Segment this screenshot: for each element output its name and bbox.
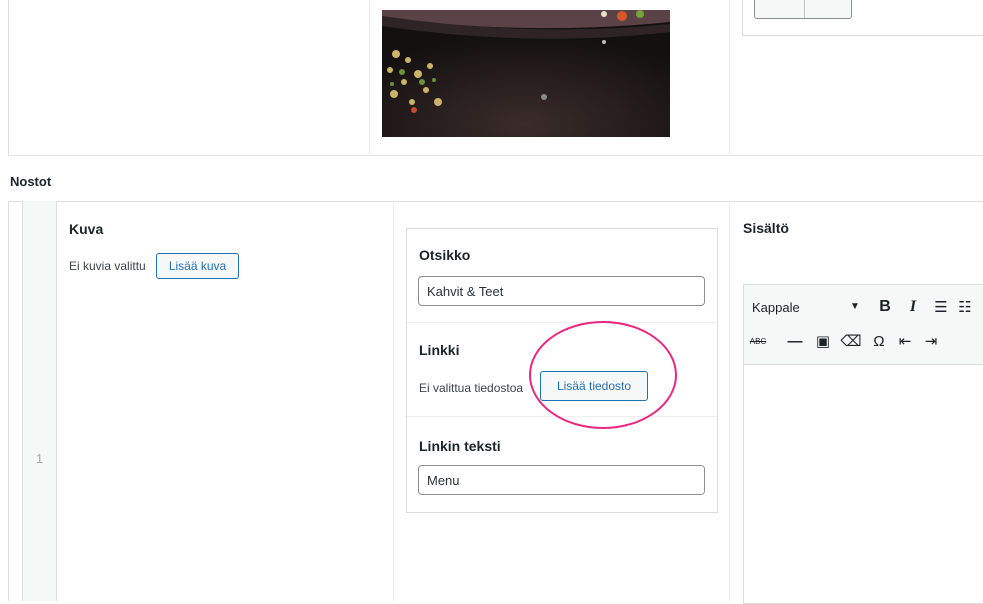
row-drag-handle[interactable]	[22, 201, 57, 601]
paste-as-text-icon[interactable]: ▣	[811, 329, 835, 353]
format-select-value: Kappale	[752, 299, 800, 315]
link-text-input[interactable]: Menu	[418, 465, 705, 495]
link-empty-text: Ei valittua tiedostoa	[419, 381, 524, 395]
numbered-list-icon[interactable]: ☷	[955, 295, 975, 319]
special-character-icon[interactable]: Ω	[867, 329, 891, 353]
format-select[interactable]: Kappale ▼	[752, 297, 860, 317]
image-field-label: Kuva	[69, 221, 104, 237]
indent-icon[interactable]: ⇥	[919, 329, 943, 353]
link-text-field-label: Linkin teksti	[419, 438, 501, 454]
button-divider	[804, 0, 805, 18]
column-divider	[393, 201, 394, 601]
column-divider	[369, 0, 370, 156]
strikethrough-icon[interactable]: ABC	[748, 329, 768, 353]
add-image-button[interactable]: Lisää kuva	[156, 253, 239, 279]
selected-image-thumbnail[interactable]	[382, 10, 670, 137]
row-number: 1	[35, 451, 44, 466]
horizontal-line-icon[interactable]: —	[783, 329, 807, 353]
chevron-down-icon: ▼	[850, 301, 860, 312]
italic-icon[interactable]: I	[901, 295, 925, 319]
bold-icon[interactable]: B	[873, 295, 897, 319]
column-divider	[729, 0, 730, 156]
title-field-label: Otsikko	[419, 247, 471, 263]
clear-formatting-icon[interactable]: ⌫	[839, 329, 863, 353]
link-field-label: Linkki	[419, 342, 460, 358]
title-input[interactable]: Kahvit & Teet	[418, 276, 705, 306]
bullet-list-icon[interactable]: ☰	[929, 295, 953, 319]
column-divider	[729, 201, 730, 601]
outdent-icon[interactable]: ⇤	[893, 329, 917, 353]
highlight-ring-annotation	[529, 321, 677, 429]
previous-field-button[interactable]	[754, 0, 852, 19]
section-label: Nostot	[10, 174, 52, 189]
content-field-label: Sisältö	[743, 220, 789, 236]
group-separator	[407, 322, 717, 323]
image-empty-text: Ei kuvia valittu	[69, 259, 146, 273]
